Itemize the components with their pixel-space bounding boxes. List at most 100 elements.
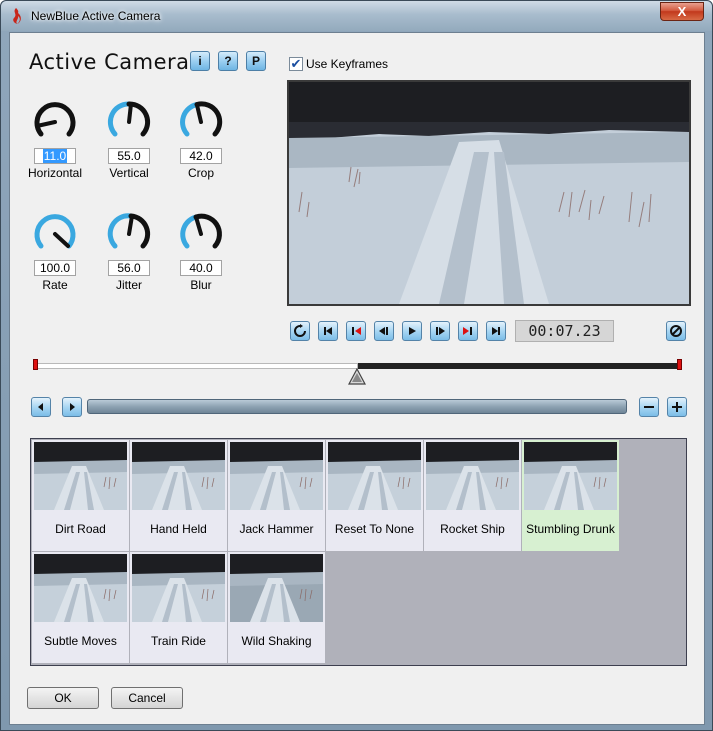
plus-icon [672, 402, 682, 412]
dialog-window: NewBlue Active Camera X Active Camera i … [0, 0, 713, 731]
title-bar[interactable]: NewBlue Active Camera X [1, 1, 712, 31]
timeline-scrollbar[interactable] [87, 399, 627, 414]
blur-value[interactable]: 40.0 [180, 260, 222, 276]
preset-label: Wild Shaking [241, 634, 312, 648]
next-keyframe-button[interactable] [458, 321, 478, 341]
preset-label: Subtle Moves [44, 634, 117, 648]
keyframe-marker-start[interactable] [33, 359, 38, 370]
use-keyframes-label: Use Keyframes [306, 57, 389, 71]
go-to-end-button[interactable] [486, 321, 506, 341]
presets-button[interactable]: P [246, 51, 266, 71]
skip-end-icon [492, 327, 500, 335]
info-button[interactable]: i [190, 51, 210, 71]
preset-tile[interactable]: Jack Hammer [228, 440, 325, 551]
checkbox-check-icon[interactable]: ✔ [289, 57, 303, 71]
loop-icon [294, 324, 306, 337]
play-icon [409, 327, 416, 335]
rate-value[interactable]: 100.0 [34, 260, 76, 276]
reset-button[interactable] [666, 321, 686, 341]
preset-thumbnail [524, 442, 617, 510]
previous-keyframe-button[interactable] [346, 321, 366, 341]
step-forward-button[interactable] [430, 321, 450, 341]
playhead-icon[interactable] [348, 368, 366, 386]
preset-thumbnail [34, 442, 127, 510]
preset-thumbnail [132, 554, 225, 622]
knob-horizontal[interactable]: 11.0 Horizontal [25, 98, 85, 180]
cancel-button[interactable]: Cancel [111, 687, 183, 709]
timeline-track-remaining[interactable] [358, 363, 678, 369]
loop-button[interactable] [290, 321, 310, 341]
close-button[interactable]: X [660, 2, 704, 21]
preset-tile[interactable]: Rocket Ship [424, 440, 521, 551]
knob-jitter[interactable]: 56.0 Jitter [99, 210, 159, 292]
vertical-label: Vertical [109, 166, 149, 180]
arrow-left-icon [38, 403, 43, 411]
use-keyframes-checkbox[interactable]: ✔ Use Keyframes [289, 57, 388, 71]
client-area: Active Camera i ? P ✔ Use Keyframes 11.0… [9, 32, 705, 725]
preset-thumbnail [34, 554, 127, 622]
jitter-label: Jitter [115, 278, 142, 292]
rate-label: Rate [42, 278, 68, 292]
presets-panel: Dirt Road Hand Held Jack Hammer Reset To No… [30, 438, 687, 666]
app-title: Active Camera [29, 50, 190, 74]
dial-icon[interactable] [31, 210, 79, 258]
preset-tile[interactable]: Wild Shaking [228, 552, 325, 663]
preset-tile[interactable]: Hand Held [130, 440, 227, 551]
preset-tile[interactable]: Subtle Moves [32, 552, 129, 663]
dial-icon[interactable] [177, 98, 225, 146]
play-button[interactable] [402, 321, 422, 341]
window-title: NewBlue Active Camera [31, 9, 161, 23]
no-symbol-icon [670, 325, 682, 337]
preset-label: Hand Held [150, 522, 207, 536]
vertical-value[interactable]: 55.0 [108, 148, 150, 164]
knob-crop[interactable]: 42.0 Crop [171, 98, 231, 180]
knob-rate[interactable]: 100.0 Rate [25, 210, 85, 292]
preset-tile[interactable]: Dirt Road [32, 440, 129, 551]
next-keyframe-icon [463, 327, 472, 335]
video-preview[interactable] [287, 80, 691, 306]
scroll-left-button[interactable] [31, 397, 51, 417]
preset-label: Jack Hammer [239, 522, 314, 536]
timecode-display: 00:07.23 [515, 320, 614, 342]
preset-tile[interactable]: Stumbling Drunk [522, 440, 619, 551]
knob-vertical[interactable]: 55.0 Vertical [99, 98, 159, 180]
preset-tile[interactable]: Reset To None [326, 440, 423, 551]
preset-tile[interactable]: Train Ride [130, 552, 227, 663]
dial-icon[interactable] [31, 98, 79, 146]
scroll-right-button[interactable] [62, 397, 82, 417]
go-to-start-button[interactable] [318, 321, 338, 341]
preset-thumbnail [230, 554, 323, 622]
keyframe-timeline[interactable] [32, 358, 684, 388]
preset-label: Reset To None [334, 522, 415, 536]
crop-label: Crop [187, 166, 214, 180]
preset-label: Dirt Road [55, 522, 106, 536]
preset-label: Train Ride [151, 634, 206, 648]
step-back-button[interactable] [374, 321, 394, 341]
help-button[interactable]: ? [218, 51, 238, 71]
crop-value[interactable]: 42.0 [180, 148, 222, 164]
knob-blur[interactable]: 40.0 Blur [171, 210, 231, 292]
preset-thumbnail [328, 442, 421, 510]
step-forward-icon [436, 327, 445, 335]
blur-label: Blur [190, 278, 212, 292]
keyframe-marker-end[interactable] [677, 359, 682, 370]
dial-icon[interactable] [177, 210, 225, 258]
preset-label: Rocket Ship [440, 522, 505, 536]
horizontal-label: Horizontal [27, 166, 83, 180]
preset-thumbnail [230, 442, 323, 510]
zoom-in-button[interactable] [667, 397, 687, 417]
jitter-value[interactable]: 56.0 [108, 260, 150, 276]
snow-road-image [289, 82, 689, 304]
dial-icon[interactable] [105, 98, 153, 146]
dial-icon[interactable] [105, 210, 153, 258]
ok-button[interactable]: OK [27, 687, 99, 709]
newblue-logo-icon [13, 8, 21, 24]
arrow-right-icon [70, 403, 75, 411]
prev-keyframe-icon [352, 327, 361, 335]
zoom-out-button[interactable] [639, 397, 659, 417]
step-back-icon [379, 327, 388, 335]
minus-icon [644, 406, 654, 408]
timeline-track-elapsed[interactable] [36, 363, 358, 369]
horizontal-value[interactable]: 11.0 [34, 148, 76, 164]
preset-label: Stumbling Drunk [526, 522, 615, 536]
